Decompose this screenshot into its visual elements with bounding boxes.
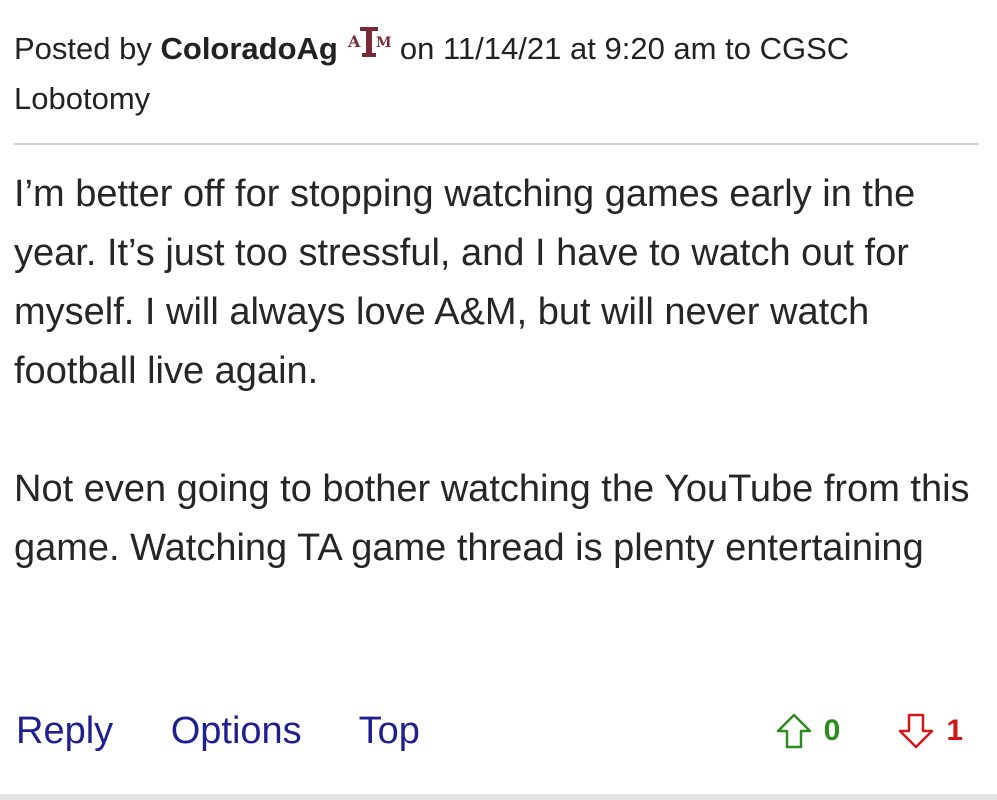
reply-link[interactable]: Reply: [16, 710, 113, 752]
time-prefix: at: [569, 31, 596, 66]
top-link[interactable]: Top: [359, 710, 420, 752]
post-time: 9:20 am: [604, 31, 717, 66]
texas-am-logo-icon: A M: [347, 27, 392, 57]
post-date: 11/14/21: [442, 31, 562, 66]
options-link[interactable]: Options: [171, 710, 302, 752]
arrow-up-outline-icon: [776, 713, 811, 749]
bottom-divider: [0, 794, 997, 800]
upvote-button[interactable]: 0: [774, 706, 841, 756]
svg-text:A: A: [347, 32, 361, 51]
forum-post: Posted by ColoradoAg A M on 11/14/21 at …: [0, 0, 997, 800]
post-paragraph-2: Not even going to bother watching the Yo…: [14, 468, 970, 569]
post-body: I’m better off for stopping watching gam…: [14, 165, 979, 578]
upvote-count: 0: [823, 714, 841, 747]
vote-controls: 0 1: [774, 706, 963, 756]
post-header: Posted by ColoradoAg A M on 11/14/21 at …: [14, 24, 974, 124]
arrow-down-outline-icon: [899, 713, 934, 749]
downvote-button[interactable]: 1: [896, 706, 963, 756]
header-divider: [14, 143, 979, 145]
post-actions: Reply Options Top: [16, 706, 467, 756]
svg-text:M: M: [376, 35, 392, 51]
to-label: to: [725, 31, 751, 66]
post-paragraph-1: I’m better off for stopping watching gam…: [14, 173, 916, 392]
date-prefix: on: [399, 31, 435, 66]
posted-by-label: Posted by: [14, 31, 152, 66]
downvote-count: 1: [946, 714, 963, 747]
author-username[interactable]: ColoradoAg: [161, 31, 338, 66]
